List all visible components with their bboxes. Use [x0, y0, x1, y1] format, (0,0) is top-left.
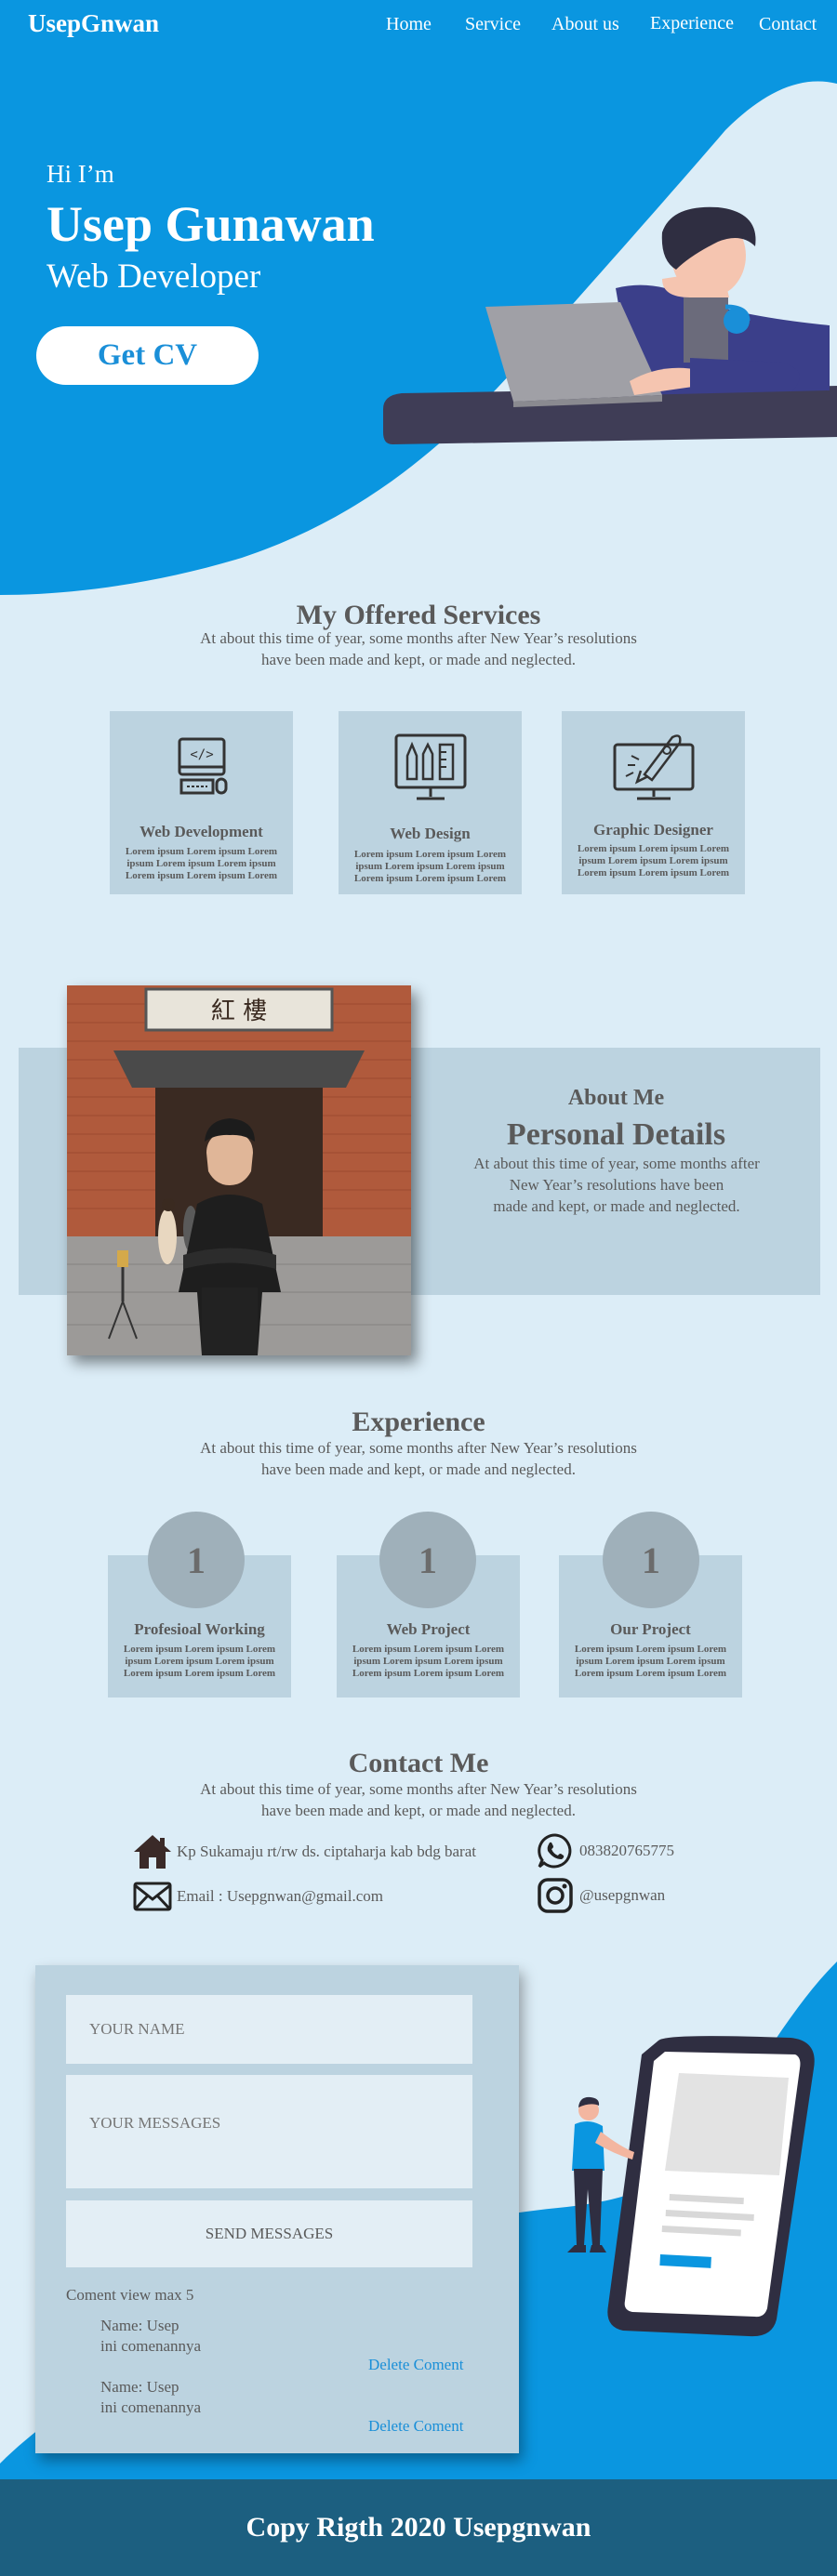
about-text-line3: made and kept, or made and neglected.: [493, 1197, 740, 1215]
comment-author: Name: Usep: [100, 2317, 179, 2334]
delete-comment-link[interactable]: Delete Coment: [368, 2356, 463, 2374]
services-subtitle-line2: have been made and kept, or made and neg…: [261, 651, 576, 668]
footer-copyright: Copy Rigth 2020 Usepgnwan: [246, 2512, 591, 2543]
contact-email[interactable]: Email : Usepgnwan@gmail.com: [132, 1878, 383, 1915]
phone-user-illustration: [567, 2036, 815, 2337]
service-card-desc: Lorem ipsum Lorem ipsum Lorem ipsum Lore…: [353, 849, 507, 884]
phone-text: 083820765775: [579, 1842, 674, 1859]
hero-section: UsepGnwan Home Service About us Experien…: [0, 0, 837, 604]
nav-service[interactable]: Service: [465, 14, 521, 35]
contact-title: Contact Me: [348, 1748, 489, 1778]
envelope-icon: [133, 1882, 172, 1911]
nav-home[interactable]: Home: [386, 14, 432, 35]
experience-card-desc: Lorem ipsum Lorem ipsum Lorem ipsum Lore…: [574, 1644, 727, 1679]
contact-instagram[interactable]: @usepgnwan: [535, 1877, 665, 1914]
service-card-title: Web Design: [390, 825, 471, 842]
service-card-title: Graphic Designer: [593, 821, 713, 839]
experience-number-badge: 1: [379, 1512, 476, 1608]
send-message-button[interactable]: SEND MESSAGES: [66, 2200, 472, 2267]
address-text: Kp Sukamaju rt/rw ds. ciptaharja kab bdg…: [177, 1843, 476, 1860]
about-kicker: About Me: [567, 1086, 665, 1110]
code-laptop-icon: </>: [178, 737, 227, 795]
service-card[interactable]: </> Web Development Lorem ipsum Lorem ip…: [110, 711, 293, 894]
rocket-monitor-icon: [613, 734, 694, 800]
about-text-line1: At about this time of year, some months …: [473, 1155, 760, 1172]
message-textarea[interactable]: [66, 2075, 472, 2188]
services-title: My Offered Services: [296, 600, 541, 630]
nav-about-us[interactable]: About us: [551, 14, 619, 35]
comment-author: Name: Usep: [100, 2378, 179, 2396]
nav-contact[interactable]: Contact: [759, 14, 817, 35]
experience-card-title: Profesioal Working: [134, 1620, 265, 1638]
experience-subtitle-line2: have been made and kept, or made and neg…: [261, 1460, 576, 1478]
experience-card-title: Web Project: [386, 1620, 471, 1638]
hero-greeting: Hi I’m: [46, 160, 114, 188]
footer: Copy Rigth 2020 Usepgnwan: [0, 2479, 837, 2576]
profile-photo: 紅 樓: [67, 985, 411, 1355]
service-card-desc: Lorem ipsum Lorem ipsum Lorem ipsum Lore…: [577, 843, 730, 878]
about-title: Personal Details: [506, 1117, 726, 1152]
experience-number-badge: 1: [603, 1512, 699, 1608]
comment-text: ini comenannya: [100, 2398, 202, 2416]
home-icon: [134, 1835, 171, 1869]
comment-limit-label: Coment view max 5: [66, 2286, 194, 2304]
hero-role: Web Developer: [46, 258, 261, 296]
svg-text:</>: </>: [190, 747, 213, 762]
experience-subtitle-line1: At about this time of year, some months …: [200, 1439, 637, 1457]
contact-subtitle-line1: At about this time of year, some months …: [200, 1780, 637, 1798]
service-card[interactable]: Web Design Lorem ipsum Lorem ipsum Lorem…: [339, 711, 522, 894]
message-form: SEND MESSAGES Coment view max 5 Name: Us…: [35, 1965, 519, 2453]
building-sign-text: 紅 樓: [211, 997, 267, 1025]
contact-subtitle-line2: have been made and kept, or made and neg…: [261, 1802, 576, 1819]
about-text-line2: New Year’s resolutions have been: [509, 1176, 724, 1194]
contact-phone[interactable]: 083820765775: [535, 1832, 674, 1869]
email-text: Email : Usepgnwan@gmail.com: [177, 1887, 383, 1905]
services-subtitle-line1: At about this time of year, some months …: [200, 629, 637, 647]
experience-card-desc: Lorem ipsum Lorem ipsum Lorem ipsum Lore…: [352, 1644, 505, 1679]
hero-name: Usep Gunawan: [46, 196, 375, 252]
experience-number-badge: 1: [148, 1512, 245, 1608]
experience-card-title: Our Project: [610, 1620, 691, 1638]
service-card-title: Web Development: [140, 823, 263, 840]
experience-title: Experience: [352, 1407, 485, 1437]
service-card[interactable]: Graphic Designer Lorem ipsum Lorem ipsum…: [562, 711, 745, 894]
brand-logo[interactable]: UsepGnwan: [28, 9, 159, 38]
design-tools-icon: [394, 733, 466, 800]
top-nav: UsepGnwan Home Service About us Experien…: [0, 0, 837, 56]
experience-card-desc: Lorem ipsum Lorem ipsum Lorem ipsum Lore…: [123, 1644, 276, 1679]
name-input[interactable]: [66, 1995, 472, 2064]
whatsapp-icon: [538, 1833, 572, 1869]
instagram-icon: [538, 1878, 573, 1913]
developer-illustration: [383, 206, 837, 444]
instagram-text: @usepgnwan: [579, 1886, 666, 1904]
delete-comment-link[interactable]: Delete Coment: [368, 2417, 463, 2436]
comment-text: ini comenannya: [100, 2337, 202, 2355]
get-cv-button[interactable]: Get CV: [36, 326, 259, 385]
nav-experience[interactable]: Experience: [650, 13, 734, 34]
service-card-desc: Lorem ipsum Lorem ipsum Lorem ipsum Lore…: [125, 846, 278, 881]
contact-address: Kp Sukamaju rt/rw ds. ciptaharja kab bdg…: [132, 1833, 476, 1870]
